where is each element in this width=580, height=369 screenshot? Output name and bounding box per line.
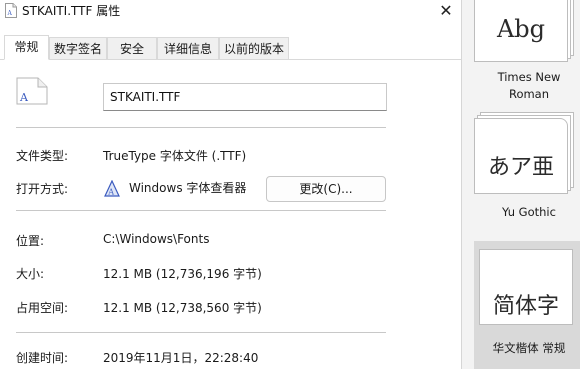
file-name-input[interactable]	[103, 83, 387, 111]
change-button[interactable]: 更改(C)...	[266, 176, 386, 202]
tab-digital-signatures[interactable]: 数字签名	[49, 37, 107, 59]
font-card-times-new-roman[interactable]: Abg Times New Roman	[474, 0, 580, 110]
properties-dialog: A STKAITI.TTF 属性 ✕ 常规 数字签名 安全 详细信息 以前的版本…	[0, 0, 462, 369]
general-panel: A 文件类型: TrueType 字体文件 (.TTF) 打开方式: A Win…	[0, 60, 461, 369]
font-viewer-icon: A	[104, 180, 120, 197]
font-sample: あア亜	[487, 155, 554, 180]
tab-security[interactable]: 安全	[107, 37, 157, 59]
font-preview: Abg	[474, 0, 568, 62]
font-sample: Abg	[496, 15, 546, 43]
tab-details[interactable]: 详细信息	[157, 37, 219, 59]
font-file-icon: A	[16, 77, 48, 105]
tab-general[interactable]: 常规	[4, 35, 49, 60]
svg-text:A: A	[107, 188, 114, 197]
font-gallery: Abg Times New Roman あア亜 Yu Gothic 简体字 华文…	[462, 0, 580, 369]
disk-size-value: 12.1 MB (12,738,560 字节)	[103, 301, 262, 315]
size-value: 12.1 MB (12,736,196 字节)	[103, 267, 262, 281]
location-value: C:\Windows\Fonts	[103, 232, 210, 246]
font-file-icon: A	[5, 3, 17, 18]
location-label: 位置:	[16, 234, 45, 248]
file-type-value: TrueType 字体文件 (.TTF)	[103, 149, 247, 163]
close-button[interactable]: ✕	[434, 0, 458, 20]
font-name-line2: Roman	[508, 87, 550, 101]
tab-previous-versions[interactable]: 以前的版本	[219, 37, 289, 59]
created-value: 2019年11月1日，22:28:40	[103, 351, 259, 365]
font-card-stkaiti[interactable]: 简体字 华文楷体 常规	[474, 241, 580, 369]
font-name-line1: Times New	[497, 70, 561, 84]
title-bar: A STKAITI.TTF 属性 ✕	[0, 0, 461, 22]
separator	[16, 210, 386, 211]
close-icon: ✕	[439, 0, 453, 20]
window-title: STKAITI.TTF 属性	[22, 4, 121, 18]
file-type-label: 文件类型:	[16, 149, 69, 163]
font-preview: あア亜	[474, 118, 568, 194]
separator	[16, 127, 386, 128]
separator	[16, 332, 386, 333]
created-label: 创建时间:	[16, 351, 69, 365]
font-card-yu-gothic[interactable]: あア亜 Yu Gothic	[474, 112, 580, 230]
font-name: 华文楷体 常规	[492, 341, 566, 355]
font-preview: 简体字	[479, 249, 573, 325]
font-sample: 简体字	[492, 294, 559, 319]
svg-text:A: A	[19, 91, 29, 104]
open-with-label: 打开方式:	[16, 182, 69, 196]
tab-bar: 常规 数字签名 安全 详细信息 以前的版本	[0, 35, 461, 60]
disk-size-label: 占用空间:	[16, 301, 69, 315]
open-with-app: Windows 字体查看器	[129, 181, 247, 195]
font-name: Yu Gothic	[502, 205, 556, 219]
svg-text:A: A	[7, 10, 13, 17]
size-label: 大小:	[16, 267, 45, 281]
